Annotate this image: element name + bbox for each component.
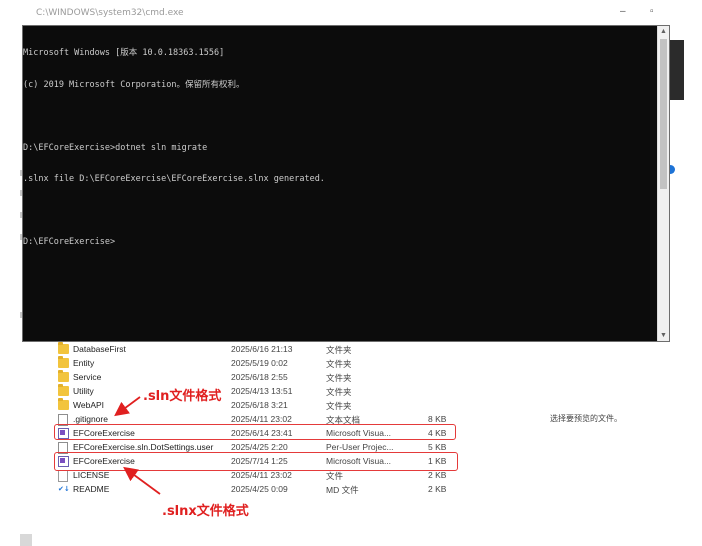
slnx-annotation-label: .slnx文件格式: [162, 504, 249, 519]
slnx-arrow: [123, 466, 161, 495]
console-output[interactable]: Microsoft Windows [版本 10.0.18363.1556] (…: [23, 26, 659, 342]
console-line: .slnx file D:\EFCoreExercise\EFCoreExerc…: [23, 174, 325, 184]
scroll-down-arrow-icon[interactable]: ▼: [658, 330, 669, 341]
console-scrollbar[interactable]: ▲ ▼: [657, 26, 669, 341]
console-line: Microsoft Windows [版本 10.0.18363.1556]: [23, 48, 225, 58]
command-prompt-window[interactable]: Microsoft Windows [版本 10.0.18363.1556] (…: [22, 25, 670, 342]
console-prompt-line: D:\EFCoreExercise>: [23, 237, 116, 247]
scrollbar-thumb[interactable]: [660, 39, 667, 189]
console-line: (c) 2019 Microsoft Corporation。保留所有权利。: [23, 79, 245, 90]
sln-annotation-label: .sln文件格式: [143, 389, 222, 404]
sln-arrow: [114, 396, 141, 417]
console-line: D:\EFCoreExercise>dotnet sln migrate: [23, 142, 208, 153]
scroll-up-arrow-icon[interactable]: ▲: [658, 26, 669, 37]
